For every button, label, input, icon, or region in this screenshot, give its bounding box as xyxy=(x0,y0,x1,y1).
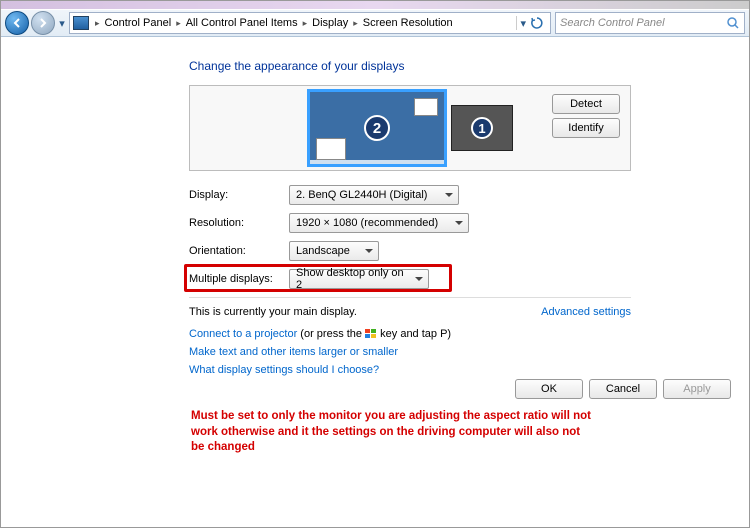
projector-hint-text-end: key and tap P) xyxy=(377,328,451,340)
chevron-right-icon[interactable]: ▸ xyxy=(299,18,312,29)
chevron-right-icon[interactable]: ▸ xyxy=(349,18,362,29)
taskbar-thumbnail xyxy=(310,160,444,164)
apply-button[interactable]: Apply xyxy=(663,379,731,399)
annotation-note: Must be set to only the monitor you are … xyxy=(191,409,591,456)
window-thumbnail xyxy=(316,138,346,160)
display-arrangement-preview[interactable]: 2 1 Detect Identify xyxy=(189,85,631,171)
chevron-right-icon[interactable]: ▸ xyxy=(172,18,185,29)
resolution-label: Resolution: xyxy=(189,217,289,229)
resolution-select[interactable]: 1920 × 1080 (recommended) xyxy=(289,213,469,233)
cancel-button[interactable]: Cancel xyxy=(589,379,657,399)
windows-key-icon xyxy=(365,329,377,339)
text-size-link[interactable]: Make text and other items larger or smal… xyxy=(189,346,398,358)
search-input[interactable]: Search Control Panel xyxy=(555,12,745,34)
breadcrumb-item[interactable]: Screen Resolution xyxy=(362,17,454,29)
identify-button[interactable]: Identify xyxy=(552,118,620,138)
monitor-number: 2 xyxy=(364,115,390,141)
connect-projector-link[interactable]: Connect to a projector xyxy=(189,328,297,340)
display-select[interactable]: 2. BenQ GL2440H (Digital) xyxy=(289,185,459,205)
nav-back-button[interactable] xyxy=(5,11,29,35)
monitor-number: 1 xyxy=(471,117,493,139)
refresh-button[interactable]: ▾ xyxy=(516,16,547,30)
breadcrumb-item[interactable]: Control Panel xyxy=(104,17,173,29)
control-panel-icon xyxy=(73,16,89,30)
ok-button[interactable]: OK xyxy=(515,379,583,399)
search-icon xyxy=(726,16,740,30)
orientation-select[interactable]: Landscape xyxy=(289,241,379,261)
nav-forward-button[interactable] xyxy=(31,11,55,35)
display-help-link[interactable]: What display settings should I choose? xyxy=(189,364,379,376)
projector-hint-text: (or press the xyxy=(297,328,365,340)
monitor-1[interactable]: 1 xyxy=(451,105,513,151)
breadcrumb[interactable]: ▸ Control Panel ▸ All Control Panel Item… xyxy=(69,12,551,34)
detect-button[interactable]: Detect xyxy=(552,94,620,114)
main-display-status: This is currently your main display. xyxy=(189,306,357,318)
divider xyxy=(189,297,631,298)
breadcrumb-item[interactable]: Display xyxy=(311,17,349,29)
orientation-label: Orientation: xyxy=(189,245,289,257)
breadcrumb-item[interactable]: All Control Panel Items xyxy=(185,17,299,29)
search-placeholder: Search Control Panel xyxy=(560,17,665,29)
multiple-displays-label: Multiple displays: xyxy=(189,273,289,285)
chevron-right-icon[interactable]: ▸ xyxy=(91,18,104,29)
multiple-displays-select[interactable]: Show desktop only on 2 xyxy=(289,269,429,289)
advanced-settings-link[interactable]: Advanced settings xyxy=(541,306,631,318)
nav-history-dropdown[interactable]: ▾ xyxy=(57,11,67,35)
page-title: Change the appearance of your displays xyxy=(189,59,749,73)
window-thumbnail xyxy=(414,98,438,116)
display-label: Display: xyxy=(189,189,289,201)
monitor-2[interactable]: 2 xyxy=(307,89,447,167)
explorer-nav-bar: ▾ ▸ Control Panel ▸ All Control Panel It… xyxy=(1,9,749,37)
